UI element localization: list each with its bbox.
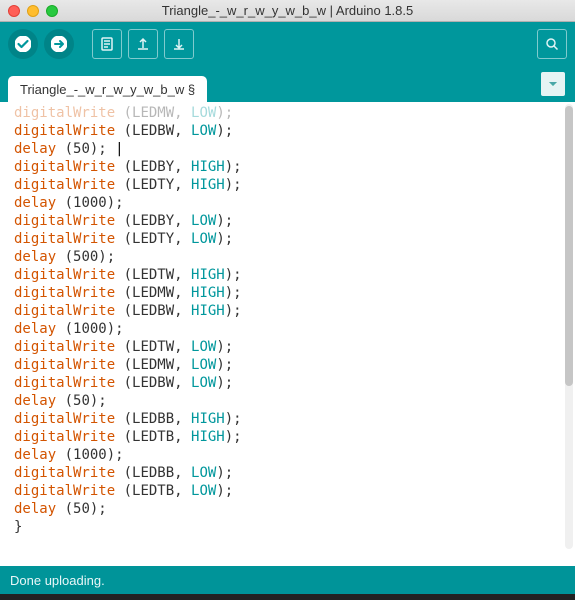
code-line[interactable]: digitalWrite (LEDTY, HIGH); [14, 176, 575, 194]
toolbar [0, 22, 575, 66]
window-title: Triangle_-_w_r_w_y_w_b_w | Arduino 1.8.5 [0, 3, 575, 18]
code-line[interactable]: digitalWrite (LEDMW, HIGH); [14, 284, 575, 302]
code-line[interactable]: } [14, 518, 575, 536]
code-line[interactable]: delay (1000); [14, 320, 575, 338]
sketch-tab-label: Triangle_-_w_r_w_y_w_b_w § [20, 82, 195, 97]
upload-button[interactable] [44, 29, 74, 59]
new-sketch-button[interactable] [92, 29, 122, 59]
code-line[interactable]: digitalWrite (LEDBW, HIGH); [14, 302, 575, 320]
code-line[interactable]: digitalWrite (LEDTY, LOW); [14, 230, 575, 248]
tab-bar: Triangle_-_w_r_w_y_w_b_w § [0, 66, 575, 102]
window-controls [8, 5, 58, 17]
tab-menu-button[interactable] [541, 72, 565, 96]
minimize-window-button[interactable] [27, 5, 39, 17]
save-sketch-button[interactable] [164, 29, 194, 59]
titlebar: Triangle_-_w_r_w_y_w_b_w | Arduino 1.8.5 [0, 0, 575, 22]
sketch-tab[interactable]: Triangle_-_w_r_w_y_w_b_w § [8, 76, 207, 103]
code-line[interactable]: digitalWrite (LEDTB, LOW); [14, 482, 575, 500]
code-line[interactable]: delay (500); [14, 248, 575, 266]
code-line[interactable]: digitalWrite (LEDBB, HIGH); [14, 410, 575, 428]
console-area[interactable] [0, 594, 575, 600]
code-line[interactable]: delay (1000); [14, 194, 575, 212]
code-line[interactable]: digitalWrite (LEDBW, LOW); [14, 122, 575, 140]
status-text: Done uploading. [10, 573, 105, 588]
maximize-window-button[interactable] [46, 5, 58, 17]
code-line[interactable]: digitalWrite (LEDBY, LOW); [14, 212, 575, 230]
code-line[interactable]: digitalWrite (LEDTB, HIGH); [14, 428, 575, 446]
code-line[interactable]: delay (1000); [14, 446, 575, 464]
code-line[interactable]: digitalWrite (LEDBY, HIGH); [14, 158, 575, 176]
code-editor[interactable]: digitalWrite (LEDMW, LOW);digitalWrite (… [0, 102, 575, 566]
code-line[interactable]: delay (50); [14, 500, 575, 518]
code-line[interactable]: digitalWrite (LEDTW, LOW); [14, 338, 575, 356]
code-line[interactable]: delay (50); | [14, 140, 575, 158]
close-window-button[interactable] [8, 5, 20, 17]
serial-monitor-button[interactable] [537, 29, 567, 59]
code-line[interactable]: digitalWrite (LEDMW, LOW); [14, 104, 575, 122]
status-bar: Done uploading. [0, 566, 575, 594]
code-line[interactable]: digitalWrite (LEDBB, LOW); [14, 464, 575, 482]
open-sketch-button[interactable] [128, 29, 158, 59]
code-line[interactable]: digitalWrite (LEDMW, LOW); [14, 356, 575, 374]
verify-button[interactable] [8, 29, 38, 59]
code-line[interactable]: digitalWrite (LEDTW, HIGH); [14, 266, 575, 284]
code-line[interactable]: digitalWrite (LEDBW, LOW); [14, 374, 575, 392]
code-line[interactable]: delay (50); [14, 392, 575, 410]
editor-scrollbar-thumb[interactable] [565, 106, 573, 386]
